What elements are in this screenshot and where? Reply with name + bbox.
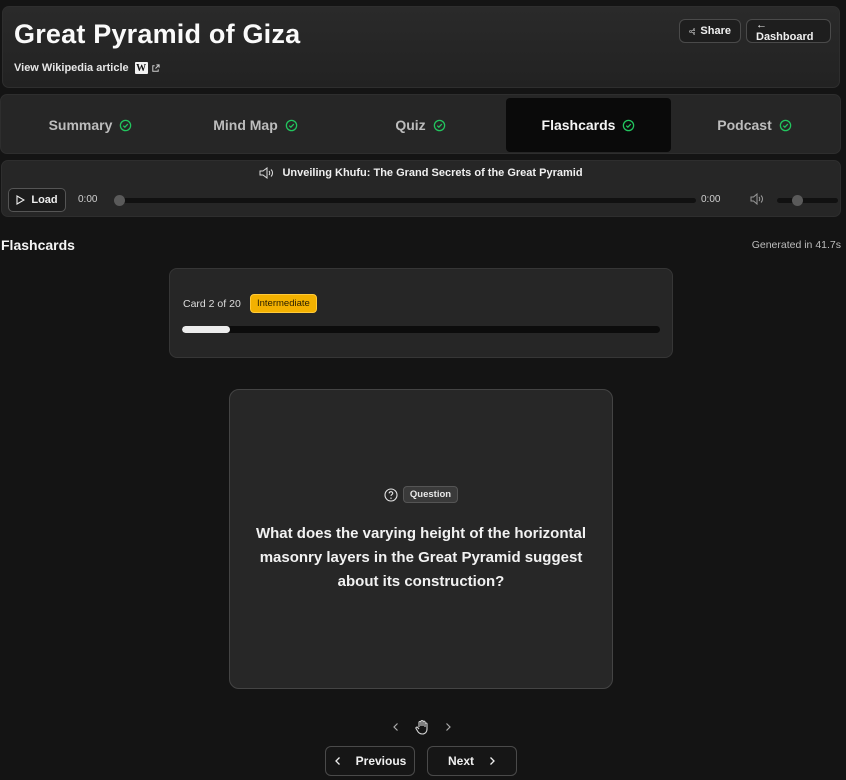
speaker-icon	[259, 167, 274, 179]
volume-thumb[interactable]	[792, 195, 803, 206]
check-circle-icon	[285, 119, 298, 131]
duration: 0:00	[701, 194, 721, 205]
tab-bar: Summary Mind Map Quiz Flashcards Podcast	[0, 94, 841, 154]
check-circle-icon	[623, 119, 635, 131]
episode-title-row: Unveiling Khufu: The Grand Secrets of th…	[2, 167, 840, 179]
check-circle-icon	[433, 119, 445, 131]
difficulty-badge: Intermediate	[250, 294, 317, 313]
progress-bar	[182, 326, 660, 333]
current-time: 0:00	[78, 194, 98, 205]
flashcard[interactable]: Question What does the varying height of…	[229, 389, 613, 689]
chevron-left-icon	[393, 723, 398, 731]
play-icon	[16, 195, 26, 205]
share-label: Share	[700, 25, 731, 37]
swipe-hint	[392, 718, 452, 736]
wikipedia-link[interactable]: View Wikipedia article W	[14, 62, 160, 74]
check-circle-icon	[779, 119, 791, 131]
generation-time: Generated in 41.7s	[751, 239, 841, 251]
tab-label: Podcast	[717, 117, 772, 133]
podcast-player: Unveiling Khufu: The Grand Secrets of th…	[1, 160, 841, 217]
question-text: What does the varying height of the hori…	[255, 525, 586, 590]
page-header: Great Pyramid of Giza View Wikipedia art…	[2, 6, 840, 88]
episode-title: Unveiling Khufu: The Grand Secrets of th…	[282, 167, 583, 179]
share-icon	[689, 27, 696, 35]
load-label: Load	[31, 194, 58, 206]
next-button[interactable]: Next	[427, 746, 517, 776]
tab-label: Mind Map	[213, 117, 278, 133]
chevron-left-icon	[334, 757, 340, 765]
tab-label: Quiz	[395, 117, 426, 133]
load-button[interactable]: Load	[8, 188, 66, 212]
tab-podcast[interactable]: Podcast	[672, 98, 837, 152]
tab-flashcards[interactable]: Flashcards	[506, 98, 671, 152]
tab-label: Flashcards	[541, 117, 616, 133]
progress-fill	[182, 326, 230, 333]
external-link-icon	[151, 63, 160, 72]
question-circle-icon	[384, 487, 398, 502]
wikipedia-link-label: View Wikipedia article	[14, 62, 129, 74]
next-label: Next	[447, 754, 474, 768]
card-counter: Card 2 of 20	[183, 298, 241, 310]
tab-label: Summary	[48, 117, 113, 133]
card-type-row: Question	[230, 486, 612, 503]
card-type-badge: Question	[402, 486, 459, 503]
section-title: Flashcards	[1, 237, 75, 253]
flashcard-progress-panel: Card 2 of 20 Intermediate	[169, 268, 673, 358]
check-circle-icon	[120, 119, 132, 131]
tab-summary[interactable]: Summary	[8, 98, 173, 152]
previous-label: Previous	[355, 754, 407, 768]
dashboard-label: ← Dashboard	[756, 19, 814, 43]
dashboard-button[interactable]: ← Dashboard	[746, 19, 831, 43]
volume-icon[interactable]	[750, 193, 764, 205]
previous-button[interactable]: Previous	[325, 746, 415, 776]
tab-mind-map[interactable]: Mind Map	[173, 98, 338, 152]
page-title: Great Pyramid of Giza	[14, 19, 301, 49]
wikipedia-icon: W	[134, 62, 148, 74]
seek-thumb[interactable]	[114, 195, 125, 206]
share-button[interactable]: Share	[679, 19, 741, 43]
tab-quiz[interactable]: Quiz	[338, 98, 503, 152]
volume-slider[interactable]	[777, 195, 838, 206]
chevron-right-icon	[446, 723, 451, 731]
seek-bar[interactable]	[114, 195, 696, 206]
hand-icon	[415, 719, 428, 735]
chevron-right-icon	[490, 757, 495, 765]
